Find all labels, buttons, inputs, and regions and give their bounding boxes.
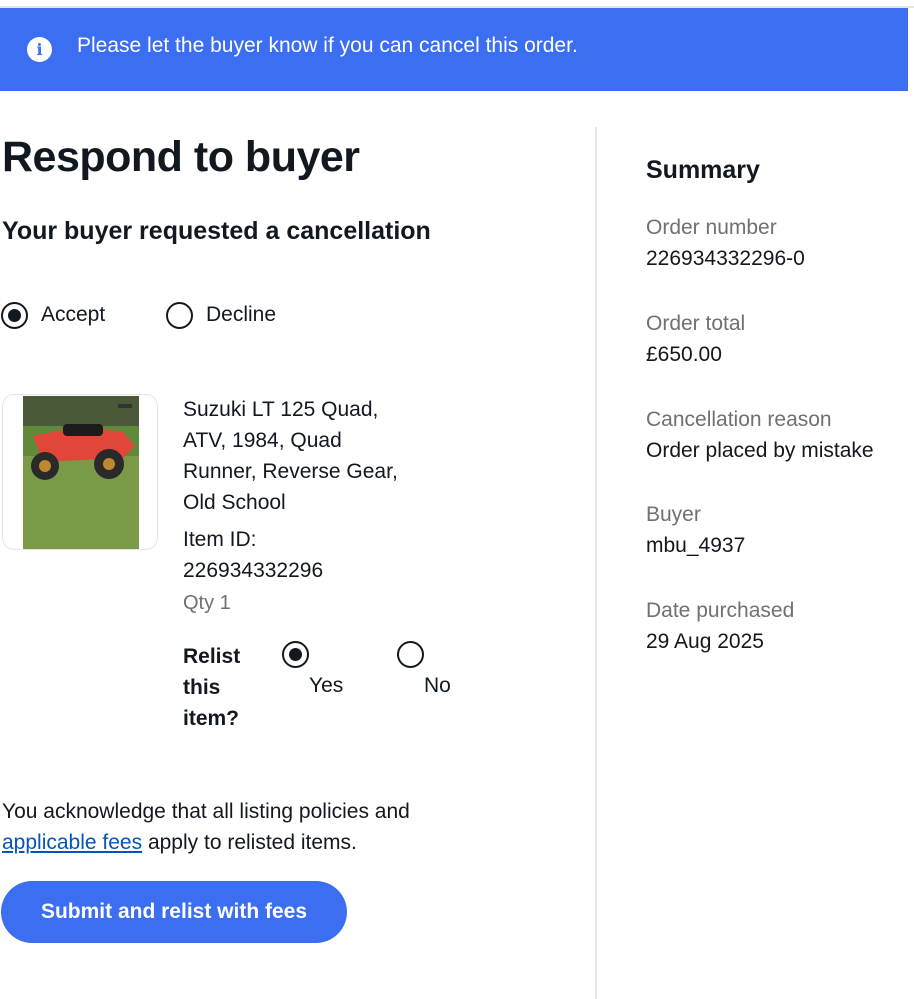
- order-number-value: 226934332296-0: [646, 247, 805, 270]
- item-id-value: 226934332296: [183, 559, 324, 582]
- applicable-fees-link[interactable]: applicable fees: [2, 831, 142, 854]
- date-purchased-label: Date purchased: [646, 599, 795, 622]
- info-banner: i Please let the buyer know if you can c…: [0, 8, 908, 91]
- acknowledgement-text: You acknowledge that all listing policie…: [2, 796, 482, 858]
- submit-relist-button[interactable]: Submit and relist with fees: [1, 881, 347, 943]
- banner-message: Please let the buyer know if you can can…: [77, 34, 578, 57]
- top-border: [0, 0, 914, 8]
- item-thumbnail[interactable]: [2, 394, 158, 550]
- ack-suffix: apply to relisted items.: [142, 831, 357, 854]
- relist-no-radio[interactable]: [397, 641, 424, 668]
- accept-label[interactable]: Accept: [41, 303, 105, 327]
- item-quantity: Qty 1: [183, 592, 231, 614]
- info-icon: i: [27, 37, 52, 62]
- accept-radio[interactable]: [1, 302, 28, 329]
- summary-title: Summary: [646, 156, 760, 184]
- buyer-label: Buyer: [646, 503, 701, 526]
- order-number-label: Order number: [646, 216, 777, 239]
- relist-yes-radio[interactable]: [282, 641, 309, 668]
- decline-radio[interactable]: [166, 302, 193, 329]
- ack-prefix: You acknowledge that all listing policie…: [2, 800, 410, 823]
- order-total-value: £650.00: [646, 343, 722, 366]
- cancellation-reason-label: Cancellation reason: [646, 408, 832, 431]
- relist-question: Relist this item?: [183, 645, 241, 730]
- cancellation-reason-value: Order placed by mistake: [646, 439, 874, 462]
- relist-no-label[interactable]: No: [424, 674, 451, 698]
- page-title: Respond to buyer: [2, 133, 360, 181]
- column-divider: [595, 127, 597, 999]
- date-purchased-value: 29 Aug 2025: [646, 630, 764, 653]
- item-id-label: Item ID:: [183, 528, 257, 551]
- buyer-value[interactable]: mbu_4937: [646, 534, 745, 558]
- quad-bike-image: [23, 396, 139, 549]
- page-subtitle: Your buyer requested a cancellation: [2, 217, 431, 245]
- decline-label[interactable]: Decline: [206, 303, 276, 327]
- item-id: Item ID: 226934332296: [183, 524, 403, 586]
- order-total-label: Order total: [646, 312, 746, 335]
- item-title[interactable]: Suzuki LT 125 Quad, ATV, 1984, Quad Runn…: [183, 394, 403, 518]
- relist-yes-label[interactable]: Yes: [309, 674, 343, 698]
